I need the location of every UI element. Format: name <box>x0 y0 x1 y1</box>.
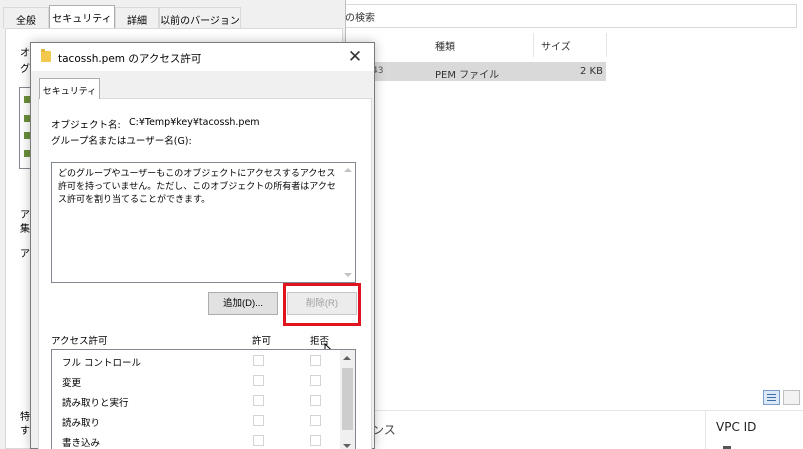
close-button[interactable]: ✕ <box>344 46 366 68</box>
deny-column-header: 拒否 <box>310 336 330 347</box>
scroll-thumb[interactable] <box>342 368 353 430</box>
object-name-value: C:¥Temp¥key¥tacossh.pem <box>129 117 260 128</box>
allow-checkbox[interactable] <box>253 415 264 426</box>
permissions-header: アクセス許可 <box>51 336 108 347</box>
label-fragment: す <box>20 426 30 437</box>
label-fragment: ア <box>20 249 30 260</box>
dialog-title: tacossh.pem のアクセス許可 <box>58 53 202 65</box>
tab-previous-versions[interactable]: 以前のバージョン <box>159 7 241 28</box>
bottom-column-separator <box>705 411 706 449</box>
large-icons-view-button[interactable] <box>783 390 800 405</box>
tab-details[interactable]: 詳細 <box>115 7 159 28</box>
scroll-down-icon[interactable] <box>344 273 352 277</box>
vpc-id-column[interactable]: VPC ID <box>716 420 756 434</box>
permissions-scrollbar[interactable] <box>340 350 355 449</box>
scroll-down-icon[interactable] <box>343 444 351 448</box>
search-input[interactable] <box>338 4 797 28</box>
group-list-scrollbar[interactable] <box>341 163 355 282</box>
search-placeholder: の検索 <box>345 13 375 24</box>
label-fragment: ア <box>20 210 30 221</box>
permissions-list[interactable]: フル コントロール 変更 読み取りと実行 読み取り 書き込み <box>51 349 356 449</box>
allow-checkbox[interactable] <box>253 375 264 386</box>
permission-name: 書き込み <box>62 438 101 449</box>
permission-name: 読み取り <box>62 418 101 429</box>
permission-name: 読み取りと実行 <box>62 398 129 409</box>
tab-general[interactable]: 全般 <box>3 7 49 28</box>
column-header-type[interactable]: 種類 <box>435 38 455 53</box>
object-name-label: オブジェクト名: <box>51 120 121 131</box>
group-user-list[interactable]: どのグループやユーザーもこのオブジェクトにアクセスするアクセス許可を持っていませ… <box>51 162 356 283</box>
allow-checkbox[interactable] <box>253 435 264 446</box>
bottom-text-fragment: ンス <box>372 423 396 437</box>
permission-row: 書き込み <box>52 431 340 449</box>
tab-security[interactable]: セキュリティ <box>39 78 100 99</box>
group-list-label: グループ名またはユーザー名(G): <box>51 136 192 147</box>
file-size: 2 KB <box>580 66 603 77</box>
label-fragment: 特 <box>20 412 30 423</box>
no-permission-message: どのグループやユーザーもこのオブジェクトにアクセスするアクセス許可を持っていませ… <box>58 169 336 205</box>
column-header-size[interactable]: サイズ <box>541 38 571 53</box>
scroll-up-icon[interactable] <box>344 168 352 172</box>
allow-column-header: 許可 <box>252 336 272 347</box>
label-fragment: オ <box>20 48 30 59</box>
remove-button[interactable]: 削除(R) <box>287 292 357 315</box>
permission-row: 変更 <box>52 371 340 391</box>
details-view-button[interactable] <box>763 390 780 405</box>
tab-security[interactable]: セキュリティ <box>49 5 115 29</box>
label-fragment: 集 <box>20 224 30 235</box>
deny-checkbox[interactable] <box>310 375 321 386</box>
dialog-title-bar[interactable]: tacossh.pem のアクセス許可 ✕ <box>31 43 374 71</box>
scroll-up-icon[interactable] <box>343 356 351 360</box>
deny-checkbox[interactable] <box>310 435 321 446</box>
details-view-icon <box>767 394 776 401</box>
permission-row: 読み取りと実行 <box>52 391 340 411</box>
folder-icon <box>41 49 51 62</box>
deny-checkbox[interactable] <box>310 355 321 366</box>
column-separator[interactable] <box>533 33 534 57</box>
deny-checkbox[interactable] <box>310 395 321 406</box>
permission-name: フル コントロール <box>62 358 142 369</box>
permission-name: 変更 <box>62 378 82 389</box>
deny-checkbox[interactable] <box>310 415 321 426</box>
allow-checkbox[interactable] <box>253 355 264 366</box>
permissions-dialog: tacossh.pem のアクセス許可 ✕ セキュリティ オブジェクト名: C:… <box>30 42 375 449</box>
label-fragment: グ <box>20 64 30 75</box>
permission-row: フル コントロール <box>52 351 340 371</box>
allow-checkbox[interactable] <box>253 395 264 406</box>
close-icon: ✕ <box>347 47 363 67</box>
permission-row: 読み取り <box>52 411 340 431</box>
column-separator[interactable] <box>606 33 607 57</box>
file-type: PEM ファイル <box>435 70 500 81</box>
add-button[interactable]: 追加(D)... <box>208 292 278 315</box>
